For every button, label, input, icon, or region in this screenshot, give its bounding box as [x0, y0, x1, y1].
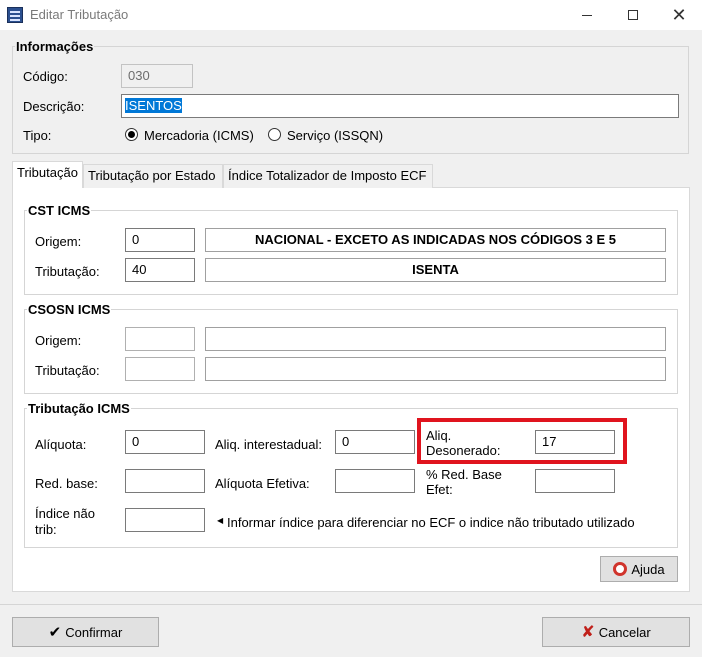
- tab-indice-totalizador[interactable]: Índice Totalizador de Imposto ECF: [223, 164, 433, 188]
- tab-tributacao[interactable]: Tributação: [12, 161, 83, 188]
- close-icon: ✕: [671, 5, 687, 25]
- descricao-label: Descrição:: [23, 99, 85, 114]
- csosn-origem-label: Origem:: [35, 333, 82, 348]
- tributacao-icms-group-title: Tributação ICMS: [27, 401, 131, 416]
- red-base-label: Red. base:: [35, 476, 98, 491]
- indice-info-text: Informar índice para diferenciar no ECF …: [227, 515, 635, 530]
- arrow-left-icon: ◀: [217, 516, 224, 525]
- app-icon: [7, 7, 23, 23]
- checkmark-icon: ✔: [48, 624, 62, 641]
- red-base-efet-field[interactable]: [535, 469, 615, 493]
- cst-origem-description: NACIONAL - EXCETO AS INDICADAS NOS CÓDIG…: [205, 228, 666, 252]
- tab-tributacao-por-estado[interactable]: Tributação por Estado: [83, 164, 223, 188]
- descricao-value: ISENTOS: [125, 98, 182, 113]
- red-base-efet-label: % Red. Base Efet:: [426, 467, 516, 497]
- indice-nao-trib-field[interactable]: [125, 508, 205, 532]
- help-lifebuoy-icon: [613, 562, 628, 576]
- minimize-button[interactable]: [564, 0, 610, 30]
- close-button[interactable]: ✕: [656, 0, 702, 30]
- cst-tributacao-code-field[interactable]: 40: [125, 258, 195, 282]
- tipo-servico-label[interactable]: Serviço (ISSQN): [287, 128, 383, 143]
- tipo-mercadoria-label[interactable]: Mercadoria (ICMS): [144, 128, 254, 143]
- cancelar-label: Cancelar: [598, 624, 651, 640]
- tipo-mercadoria-radio[interactable]: [125, 128, 138, 141]
- aliquota-efetiva-label: Alíquota Efetiva:: [215, 476, 310, 491]
- cst-origem-label: Origem:: [35, 234, 82, 249]
- footer-divider: [0, 604, 702, 605]
- tipo-label: Tipo:: [23, 128, 52, 143]
- highlight-box: [417, 418, 627, 464]
- aliq-interestadual-label: Aliq. interestadual:: [215, 437, 322, 452]
- cancelar-button[interactable]: ✘ Cancelar: [542, 617, 690, 647]
- confirmar-button[interactable]: ✔ Confirmar: [12, 617, 159, 647]
- csosn-tributacao-description: [205, 357, 666, 381]
- ajuda-button[interactable]: Ajuda: [600, 556, 678, 582]
- minimize-icon: [582, 14, 592, 16]
- window-title: Editar Tributação: [30, 7, 129, 22]
- csosn-tributacao-label: Tributação:: [35, 363, 100, 378]
- ajuda-label: Ajuda: [631, 561, 665, 577]
- red-base-field[interactable]: [125, 469, 205, 493]
- cst-tributacao-description: ISENTA: [205, 258, 666, 282]
- cancel-x-icon: ✘: [581, 624, 595, 641]
- aliquota-efetiva-field[interactable]: [335, 469, 415, 493]
- informacoes-group-title: Informações: [15, 39, 95, 54]
- aliquota-field[interactable]: 0: [125, 430, 205, 454]
- tipo-servico-radio[interactable]: [268, 128, 281, 141]
- cst-tributacao-label: Tributação:: [35, 264, 100, 279]
- csosn-icms-group-title: CSOSN ICMS: [27, 302, 112, 317]
- indice-nao-trib-label-text: Índice não trib:: [35, 506, 95, 537]
- maximize-button[interactable]: [610, 0, 656, 30]
- cst-icms-group-title: CST ICMS: [27, 203, 92, 218]
- csosn-icms-group: [24, 309, 678, 394]
- codigo-label: Código:: [23, 69, 68, 84]
- csosn-origem-code-field[interactable]: [125, 327, 195, 351]
- title-bar: Editar Tributação ✕: [0, 0, 702, 30]
- cst-icms-group: [24, 210, 678, 295]
- indice-nao-trib-label: Índice não trib:: [35, 506, 115, 538]
- codigo-field[interactable]: 030: [121, 64, 193, 88]
- aliq-interestadual-field[interactable]: 0: [335, 430, 415, 454]
- cst-origem-code-field[interactable]: 0: [125, 228, 195, 252]
- maximize-icon: [628, 10, 638, 20]
- csosn-tributacao-code-field[interactable]: [125, 357, 195, 381]
- descricao-field[interactable]: ISENTOS: [121, 94, 679, 118]
- csosn-origem-description: [205, 327, 666, 351]
- aliquota-label: Alíquota:: [35, 437, 87, 452]
- red-base-efet-label-text: % Red. Base Efet:: [426, 467, 502, 497]
- confirmar-label: Confirmar: [65, 624, 123, 640]
